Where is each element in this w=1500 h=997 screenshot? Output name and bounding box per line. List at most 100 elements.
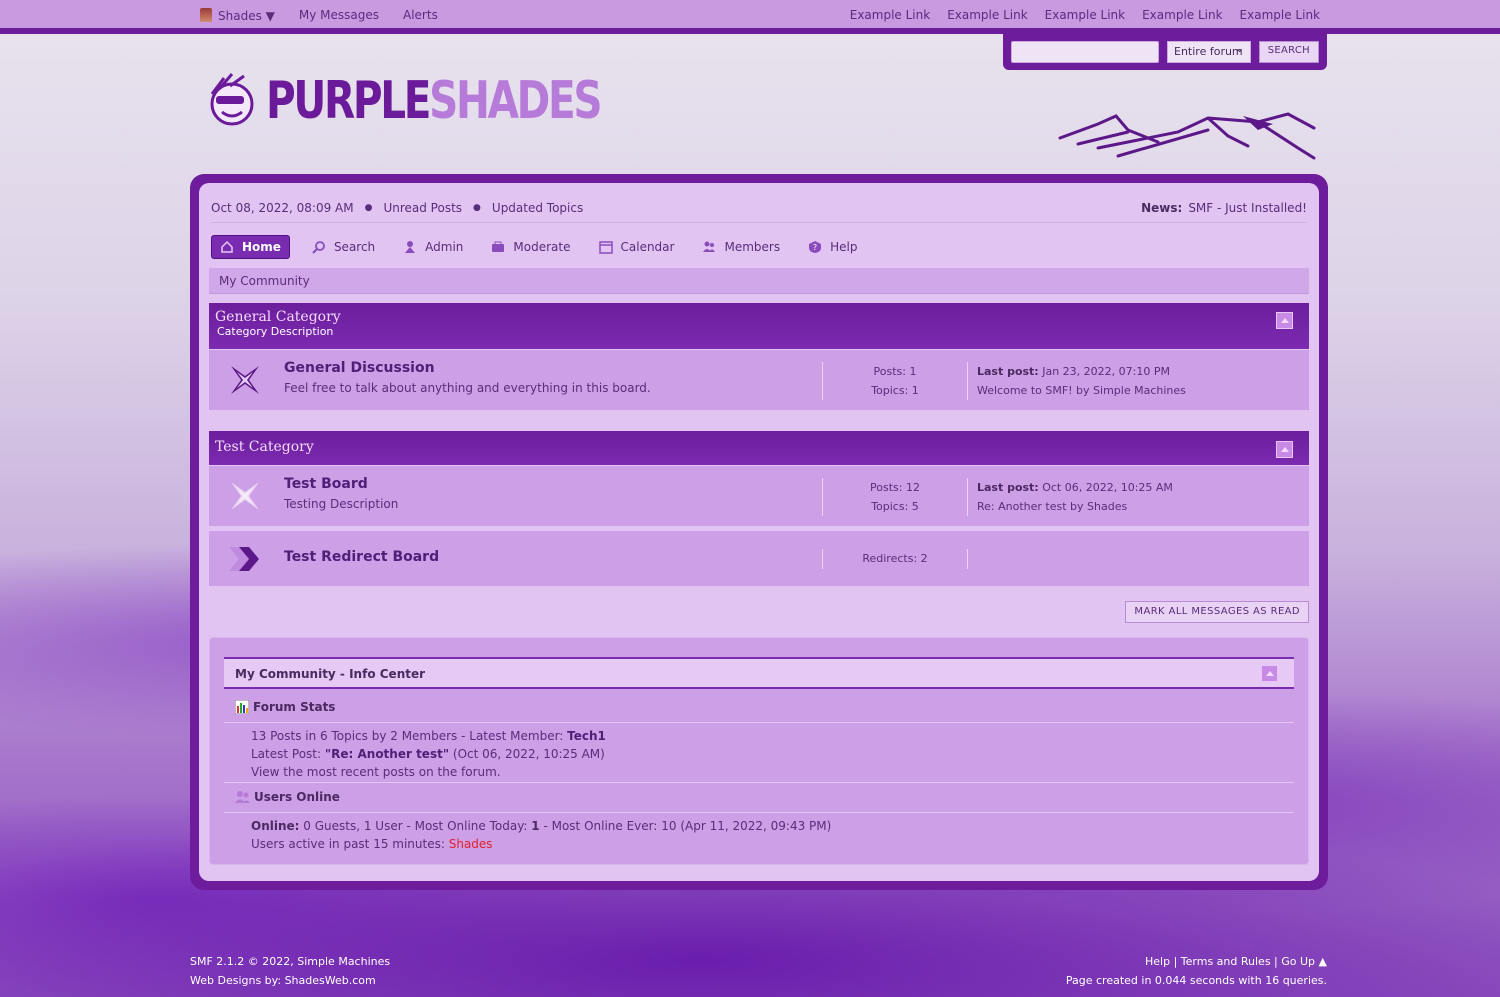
collapse-category-icon[interactable] xyxy=(1276,441,1293,458)
user-menu-label: Shades ▼ xyxy=(218,9,275,23)
logo-wordmark: PURPLESHADES xyxy=(266,70,603,132)
my-messages-link[interactable]: My Messages xyxy=(299,8,379,23)
board-stats: Posts: 12 Topics: 5 xyxy=(822,478,968,516)
example-link[interactable]: Example Link xyxy=(850,8,930,22)
footer-links[interactable]: Help | Terms and Rules | Go Up ▲ xyxy=(1145,955,1327,968)
menu-moderate-label: Moderate xyxy=(513,240,571,254)
board-name-link[interactable]: Test Board xyxy=(284,476,368,492)
menu-admin[interactable]: Admin xyxy=(397,236,469,258)
user-menu[interactable]: Shades ▼ xyxy=(200,8,275,23)
board-row-test-board: Test Board Testing Description Posts: 12… xyxy=(209,466,1309,526)
search-input[interactable] xyxy=(1011,41,1159,63)
info-center-header: My Community - Info Center xyxy=(224,657,1294,689)
board-name-link[interactable]: General Discussion xyxy=(284,360,435,376)
recent-posts-link[interactable]: View the most recent posts on the forum. xyxy=(251,765,501,779)
last-post-date: Oct 06, 2022, 10:25 AM xyxy=(1042,481,1173,494)
mountains-icon xyxy=(1058,112,1316,160)
calendar-icon xyxy=(598,241,613,254)
board-last-post: Last post: Oct 06, 2022, 10:25 AM Re: An… xyxy=(977,478,1173,516)
board-row-general-discussion: General Discussion Feel free to talk abo… xyxy=(209,350,1309,410)
updated-topics-link[interactable]: Updated Topics xyxy=(492,201,583,215)
online-label: Online: xyxy=(251,819,300,833)
divider xyxy=(224,782,1294,783)
current-datetime: Oct 08, 2022, 08:09 AM xyxy=(211,200,354,215)
menu-search[interactable]: Search xyxy=(306,236,381,258)
board-name-link[interactable]: Test Redirect Board xyxy=(284,549,439,565)
menu-home[interactable]: Home xyxy=(211,235,290,259)
stats-chart-icon xyxy=(235,700,249,714)
members-icon xyxy=(703,241,716,252)
stats-summary: 13 Posts in 6 Topics by 2 Members - Late… xyxy=(251,729,568,743)
separator-dot: ● xyxy=(364,202,373,213)
board-posts-count: Posts: 1 xyxy=(873,365,917,378)
users-online-heading: Users Online xyxy=(235,790,340,804)
board-posts-count: Posts: 12 xyxy=(870,481,920,494)
logo-word-shades: SHADES xyxy=(429,71,602,131)
menu-help[interactable]: ? Help xyxy=(802,236,863,258)
menu-calendar[interactable]: Calendar xyxy=(593,236,681,258)
category-title[interactable]: General Category xyxy=(215,309,1303,325)
search-button[interactable]: SEARCH xyxy=(1258,41,1319,63)
upper-section: Oct 08, 2022, 08:09 AM ● Unread Posts ● … xyxy=(211,193,1307,223)
moderate-icon xyxy=(492,241,505,252)
breadcrumb-home-link[interactable]: My Community xyxy=(219,274,310,288)
main-frame: Oct 08, 2022, 08:09 AM ● Unread Posts ● … xyxy=(190,174,1328,890)
menu-calendar-label: Calendar xyxy=(620,240,675,254)
admin-icon xyxy=(405,241,416,253)
collapse-category-icon[interactable] xyxy=(1276,312,1293,329)
logo-face-icon xyxy=(210,73,254,126)
online-text: 0 Guests, 1 User - Most Online Today: xyxy=(299,819,532,833)
board-description: Feel free to talk about anything and eve… xyxy=(284,381,651,395)
last-post-link[interactable]: Welcome to SMF! by Simple Machines xyxy=(977,384,1186,397)
last-post-link[interactable]: Re: Another test by Shades xyxy=(977,500,1127,513)
footer-left: SMF 2.1.2 © 2022, Simple Machines Web De… xyxy=(190,952,390,990)
designer-link[interactable]: Web Designs by: ShadesWeb.com xyxy=(190,974,376,987)
user-avatar-icon xyxy=(200,8,212,22)
example-link[interactable]: Example Link xyxy=(947,8,1027,22)
board-topics-count: Topics: 5 xyxy=(871,500,919,513)
board-stats: Redirects: 2 xyxy=(822,549,968,569)
example-link[interactable]: Example Link xyxy=(1240,8,1320,22)
news-text: SMF - Just Installed! xyxy=(1188,200,1307,215)
menu-moderate[interactable]: Moderate xyxy=(485,236,576,258)
menu-members[interactable]: Members xyxy=(696,236,786,258)
category-header-general: General Category Category Description xyxy=(209,303,1309,349)
copyright-link[interactable]: SMF 2.1.2 © 2022, Simple Machines xyxy=(190,955,390,968)
latest-post-link[interactable]: "Re: Another test" xyxy=(325,747,449,761)
unread-posts-link[interactable]: Unread Posts xyxy=(383,201,462,215)
active-user-link[interactable]: Shades xyxy=(449,837,493,851)
example-link[interactable]: Example Link xyxy=(1142,8,1222,22)
alerts-link[interactable]: Alerts xyxy=(403,8,438,23)
menu-members-label: Members xyxy=(724,240,781,254)
collapse-info-center-icon[interactable] xyxy=(1261,665,1278,682)
latest-member-link[interactable]: Tech1 xyxy=(567,729,606,743)
example-link[interactable]: Example Link xyxy=(1045,8,1125,22)
category-title[interactable]: Test Category xyxy=(215,439,1303,455)
breadcrumb: My Community xyxy=(209,268,1309,294)
users-online-icon xyxy=(235,791,250,803)
divider xyxy=(224,812,1294,813)
board-topics-count: Topics: 1 xyxy=(871,384,919,397)
users-online-text: Online: 0 Guests, 1 User - Most Online T… xyxy=(251,817,831,853)
search-form: Entire forum SEARCH xyxy=(1003,34,1327,70)
active-users-label: Users active in past 15 minutes: xyxy=(251,837,449,851)
board-description: Testing Description xyxy=(284,497,399,511)
online-today-count: 1 xyxy=(531,819,540,833)
news-label: News: xyxy=(1141,200,1183,215)
forum-stats-heading: Forum Stats xyxy=(235,700,335,714)
board-read-icon xyxy=(231,482,259,510)
logo-word-purple: PURPLE xyxy=(266,71,431,131)
board-unread-icon xyxy=(231,366,259,394)
search-icon xyxy=(312,241,325,254)
info-center: My Community - Info Center Forum Stats 1… xyxy=(209,637,1309,865)
mark-all-read-button[interactable]: MARK ALL MESSAGES AS READ xyxy=(1125,601,1309,623)
category-header-test: Test Category xyxy=(209,431,1309,465)
online-ever-text: - Most Online Ever: 10 (Apr 11, 2022, 09… xyxy=(539,819,832,833)
main-content: Oct 08, 2022, 08:09 AM ● Unread Posts ● … xyxy=(199,183,1319,881)
help-icon: ? xyxy=(809,241,822,253)
site-logo[interactable]: PURPLESHADES xyxy=(200,62,603,152)
search-scope-select[interactable]: Entire forum xyxy=(1167,41,1251,63)
board-row-redirect: Test Redirect Board Redirects: 2 xyxy=(209,531,1309,586)
top-bar-left: Shades ▼ My Messages Alerts xyxy=(200,8,438,23)
svg-text:?: ? xyxy=(813,243,817,252)
